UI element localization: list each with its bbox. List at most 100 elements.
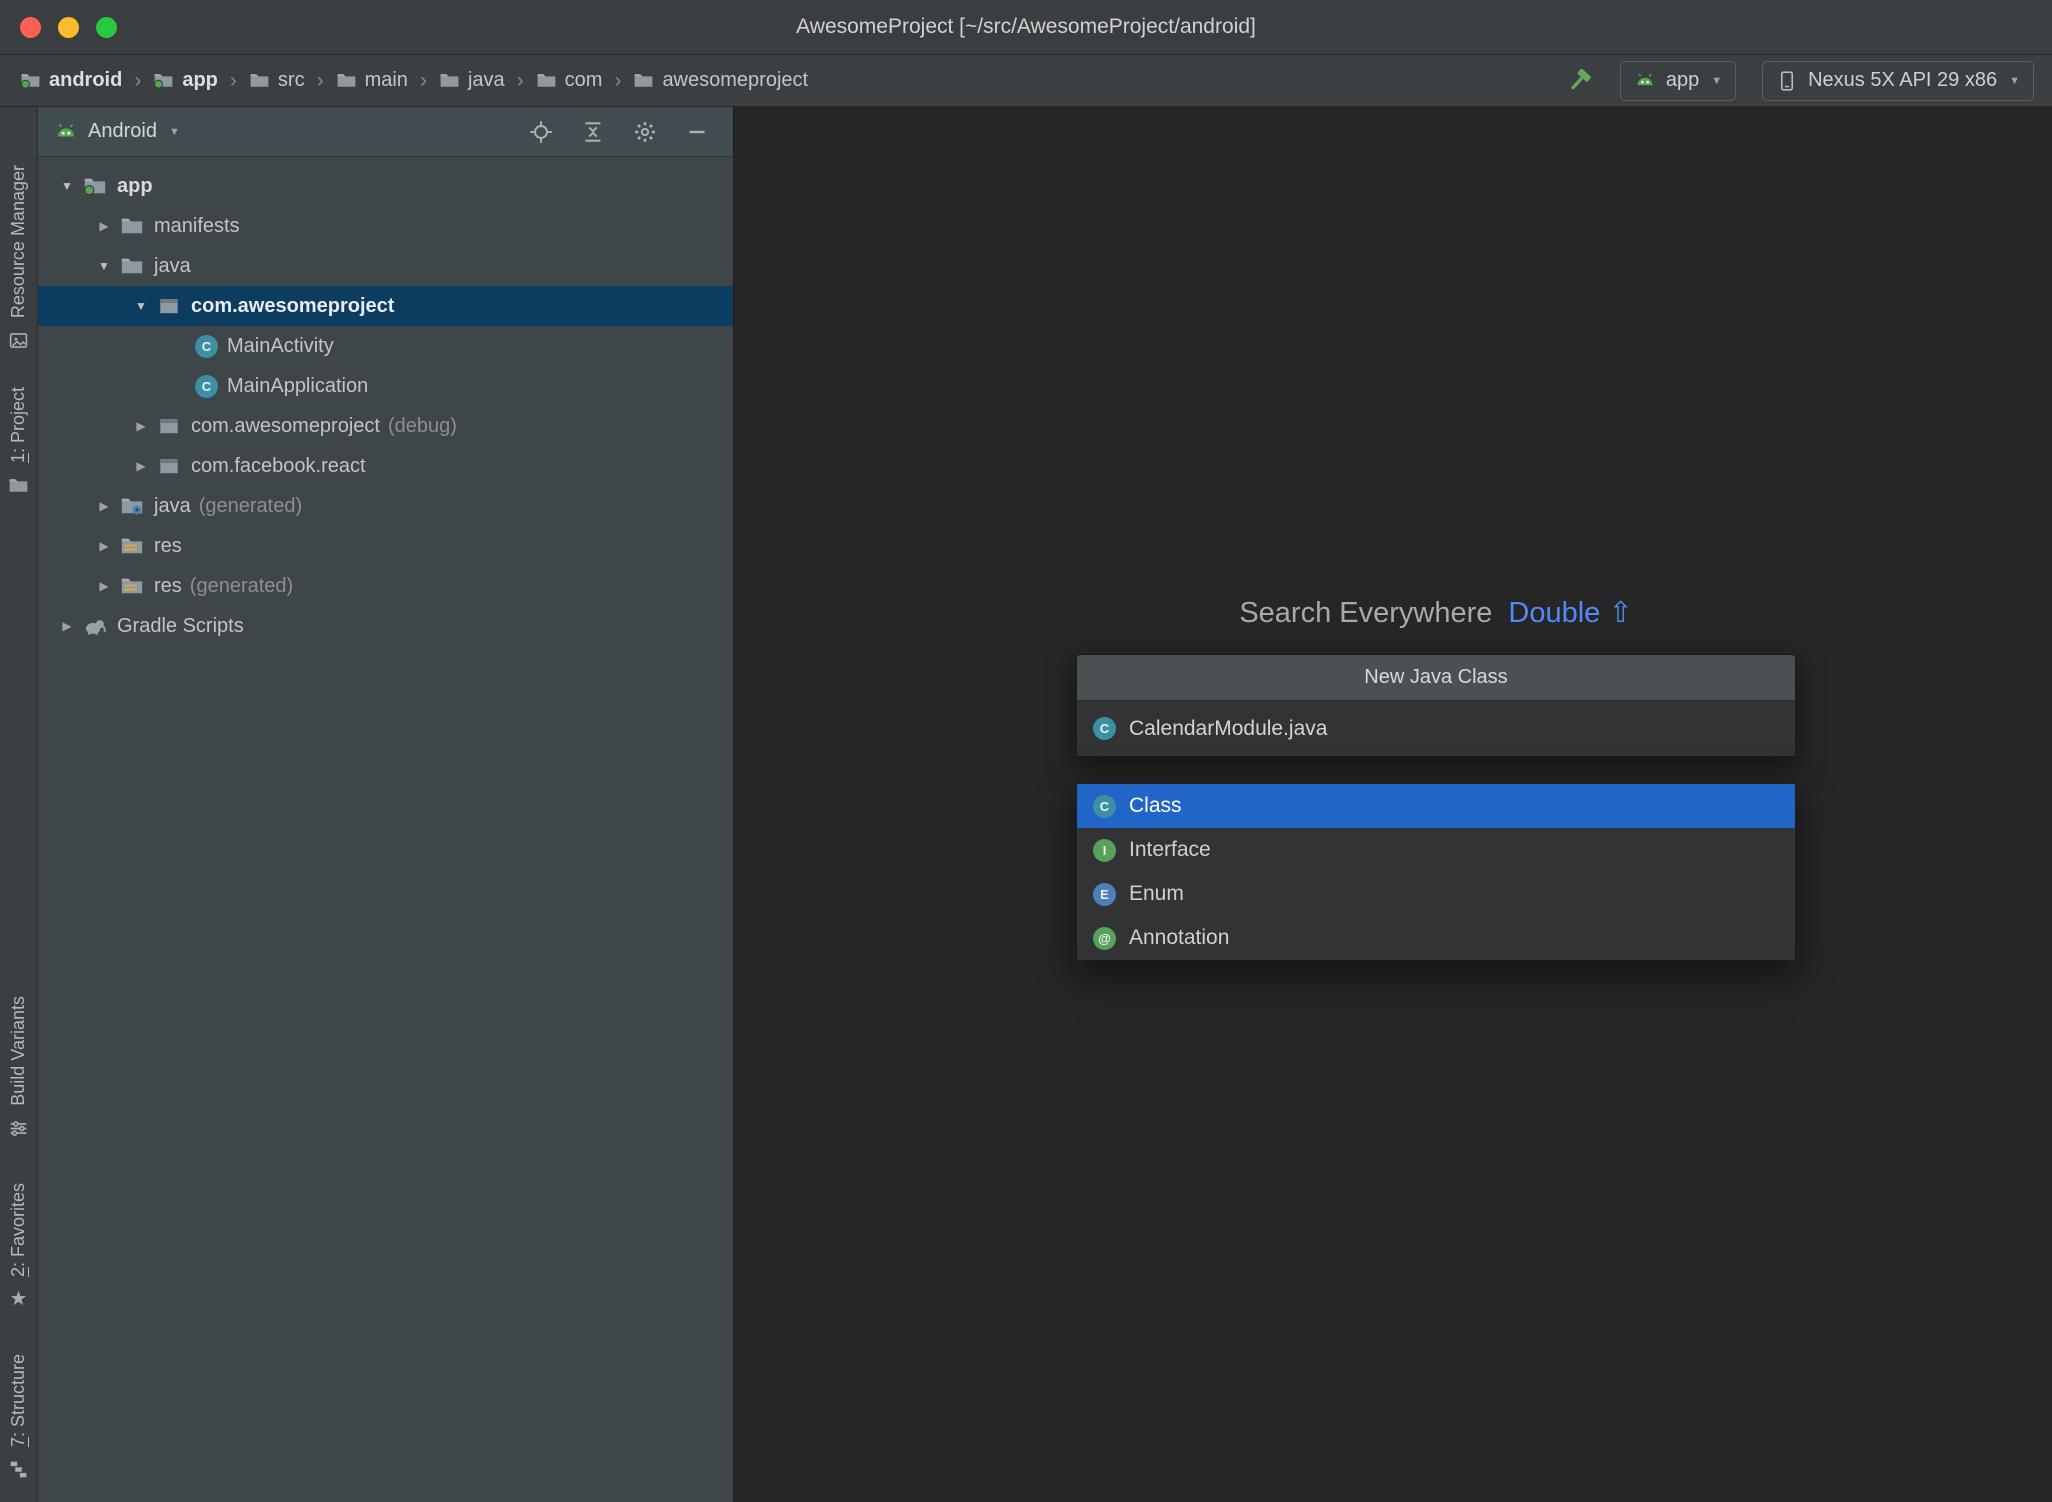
locate-file-icon[interactable]	[529, 120, 553, 144]
tree-item-gradle-scripts[interactable]: ▶ Gradle Scripts	[38, 606, 733, 646]
expand-arrow-icon[interactable]: ▶	[126, 419, 156, 433]
breadcrumb-label: com	[564, 69, 603, 91]
tree-item-com-awesomeproject-debug[interactable]: ▶ com.awesomeproject (debug)	[38, 406, 733, 446]
breadcrumb-item-java[interactable]: java	[439, 69, 505, 92]
breadcrumb-item-android[interactable]: android	[20, 69, 122, 92]
tree-item-res[interactable]: ▶ res	[38, 526, 733, 566]
breadcrumb-item-awesomeproject[interactable]: awesomeproject	[633, 69, 808, 92]
tree-item-java-generated[interactable]: ▶ java (generated)	[38, 486, 733, 526]
popup-input-icon-slot: C	[1093, 717, 1116, 740]
close-button[interactable]	[20, 17, 41, 38]
structure-icon	[8, 1459, 29, 1480]
tool-window-button-label: 1: Project	[8, 387, 28, 464]
run-configuration-select[interactable]: app ▼	[1619, 60, 1737, 101]
class-kind-option-class[interactable]: C Class	[1077, 784, 1795, 828]
fullscreen-button[interactable]	[96, 17, 117, 38]
stripe-bottom-group: Build Variants 2: Favorites ★ 7: Structure	[8, 996, 29, 1480]
package-icon	[156, 453, 182, 479]
tool-window-button-build-variants[interactable]: Build Variants	[8, 996, 29, 1139]
class-name-input[interactable]: C CalendarModule.java	[1077, 700, 1795, 756]
expand-arrow-icon[interactable]: ▶	[89, 499, 119, 513]
expand-arrow-icon[interactable]: ▶	[89, 219, 119, 233]
breadcrumb-item-com[interactable]: com	[536, 69, 603, 92]
build-hammer-icon[interactable]	[1565, 66, 1594, 95]
tool-window-button-7-structure[interactable]: 7: Structure	[8, 1354, 29, 1480]
collapse-arrow-icon[interactable]: ▼	[126, 299, 156, 313]
tree-item-app[interactable]: ▼ app	[38, 166, 733, 206]
image-icon	[8, 330, 29, 351]
hint-shortcut: Double ⇧	[1508, 597, 1633, 629]
tree-item-mainactivity[interactable]: C MainActivity	[38, 326, 733, 366]
breadcrumb: android › app › src › main › java › com › awesomepro…	[20, 69, 808, 93]
tree-item-mainapplication[interactable]: C MainApplication	[38, 366, 733, 406]
tool-window-button-label: 7: Structure	[8, 1353, 28, 1447]
expand-arrow-icon[interactable]: ▶	[89, 539, 119, 553]
class-kind-option-annotation[interactable]: @ Annotation	[1077, 916, 1795, 960]
tool-window-button-1-project[interactable]: 1: Project	[8, 387, 29, 496]
module-folder-icon	[20, 70, 41, 91]
navigation-bar: android › app › src › main › java › com › awesomepro…	[0, 55, 2052, 107]
tool-window-button-label: Resource Manager	[8, 165, 28, 319]
tree-item-label: manifests	[154, 214, 240, 237]
gradle-icon	[82, 613, 108, 639]
chevron-down-icon: ▼	[168, 125, 180, 138]
expand-arrow-icon[interactable]: ▶	[89, 579, 119, 593]
interface-icon: I	[1093, 838, 1116, 862]
editor-area: Search Everywhere Double ⇧ New Java Clas…	[734, 107, 2052, 1502]
minimize-button[interactable]	[58, 17, 79, 38]
class-kind-option-enum[interactable]: E Enum	[1077, 872, 1795, 916]
popup-title: New Java Class	[1077, 655, 1795, 700]
class-icon: C	[195, 374, 218, 398]
breadcrumb-label: awesomeproject	[662, 69, 809, 91]
hint-text: Search Everywhere	[1239, 597, 1493, 629]
popup-gap	[1076, 757, 1796, 783]
tool-window-stripe: Resource Manager 1: Project Build Variant…	[0, 107, 38, 1502]
collapse-arrow-icon[interactable]: ▼	[52, 179, 82, 193]
breadcrumb-item-src[interactable]: src	[249, 69, 305, 92]
tree-item-label: res	[154, 574, 182, 597]
toolbar-actions: app ▼ Nexus 5X API 29 x86 ▼	[1565, 60, 2034, 101]
project-view-selector[interactable]: Android ▼	[54, 120, 180, 144]
res-folder-icon	[119, 533, 145, 559]
tree-item-label: com.awesomeproject	[191, 414, 380, 437]
collapse-all-icon[interactable]	[581, 120, 605, 144]
breadcrumb-separator: ›	[614, 68, 622, 92]
collapse-arrow-icon[interactable]: ▼	[89, 259, 119, 273]
folder-icon	[119, 253, 145, 279]
main-area: Resource Manager 1: Project Build Variant…	[0, 107, 2052, 1502]
breadcrumb-separator: ›	[229, 68, 237, 92]
breadcrumb-item-app[interactable]: app	[153, 69, 218, 92]
folder-icon	[8, 475, 29, 496]
window-title: AwesomeProject [~/src/AwesomeProject/and…	[796, 15, 1256, 38]
device-select[interactable]: Nexus 5X API 29 x86 ▼	[1762, 60, 2034, 101]
class-kind-label: Class	[1129, 794, 1182, 817]
device-label: Nexus 5X API 29 x86	[1808, 69, 1998, 91]
class-kind-label: Interface	[1129, 838, 1211, 861]
star-icon: ★	[9, 1287, 28, 1310]
folder-icon	[119, 213, 145, 239]
breadcrumb-item-main[interactable]: main	[336, 69, 408, 92]
breadcrumb-separator: ›	[516, 68, 524, 92]
tree-item-manifests[interactable]: ▶ manifests	[38, 206, 733, 246]
folder-icon	[336, 70, 357, 91]
tool-window-button-resource-manager[interactable]: Resource Manager	[8, 165, 29, 351]
tree-item-suffix: (generated)	[198, 494, 303, 517]
project-panel-header: Android ▼	[38, 107, 733, 157]
run-configuration-label: app	[1665, 69, 1700, 91]
tree-item-res-generated[interactable]: ▶ res (generated)	[38, 566, 733, 606]
folder-icon	[439, 70, 460, 91]
tool-window-button-label: Build Variants	[8, 996, 28, 1106]
enum-icon: E	[1093, 882, 1116, 906]
settings-gear-icon[interactable]	[633, 120, 657, 144]
breadcrumb-label: main	[364, 69, 408, 91]
tree-item-java[interactable]: ▼ java	[38, 246, 733, 286]
tree-item-com-facebook-react[interactable]: ▶ com.facebook.react	[38, 446, 733, 486]
hide-panel-icon[interactable]	[685, 120, 709, 144]
expand-arrow-icon[interactable]: ▶	[126, 459, 156, 473]
tool-window-button-2-favorites[interactable]: 2: Favorites ★	[8, 1183, 29, 1310]
class-kind-option-interface[interactable]: I Interface	[1077, 828, 1795, 872]
tree-item-com-awesomeproject[interactable]: ▼ com.awesomeproject	[38, 286, 733, 326]
panel-header-actions	[529, 120, 709, 144]
expand-arrow-icon[interactable]: ▶	[52, 619, 82, 633]
device-phone-icon	[1776, 70, 1798, 92]
